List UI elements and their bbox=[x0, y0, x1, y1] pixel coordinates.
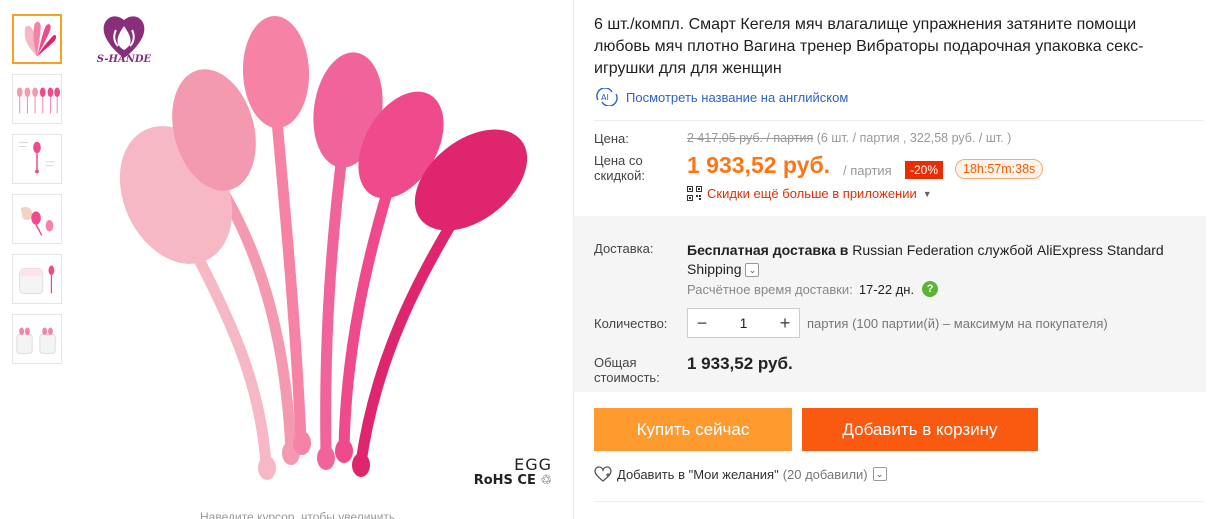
delivery-estimate-value: 17-22 дн. bbox=[858, 281, 915, 297]
heart-icon bbox=[594, 466, 612, 482]
quantity-stepper: − 1 + bbox=[687, 308, 800, 338]
add-to-cart-button[interactable]: Добавить в корзину bbox=[802, 408, 1038, 451]
thumbnail-2[interactable] bbox=[12, 74, 62, 124]
buy-now-button[interactable]: Купить сейчас bbox=[594, 408, 792, 451]
app-discount-text: Скидки ещё больше в приложении bbox=[707, 186, 917, 201]
countdown-timer: 18h:57m:38s bbox=[955, 159, 1044, 179]
wishlist-text: Добавить в "Мои желания" bbox=[617, 466, 779, 482]
delivery-estimate: Расчётное время доставки: 17-22 дн. ? bbox=[687, 281, 939, 297]
original-price-note: (6 шт. / партия , 322,58 руб. / шт. ) bbox=[816, 131, 1012, 145]
quantity-label: Количество: bbox=[594, 316, 668, 331]
shipping-options-toggle[interactable]: ⌄ bbox=[745, 263, 760, 278]
chevron-down-icon: ▼ bbox=[922, 188, 932, 199]
original-price: 2 417,05 руб. / партия (6 шт. / партия ,… bbox=[687, 131, 1011, 145]
free-shipping-text: Бесплатная доставка в bbox=[687, 242, 849, 258]
decrease-quantity-button[interactable]: − bbox=[688, 309, 716, 337]
delivery-estimate-label: Расчётное время доставки: bbox=[687, 281, 853, 297]
thumbnail-3[interactable] bbox=[12, 134, 62, 184]
total-price: 1 933,52 руб. bbox=[687, 354, 793, 373]
thumbnail-5[interactable] bbox=[12, 254, 62, 304]
thumbnail-1[interactable] bbox=[12, 14, 62, 64]
thumbnail-6[interactable] bbox=[12, 314, 62, 364]
discount-price-label: Цена со скидкой: bbox=[594, 153, 645, 183]
zoom-hint: Наведите курсор, чтобы увеличить bbox=[200, 510, 396, 519]
wishlist-count: (20 добавили) bbox=[782, 466, 868, 482]
kegel-balls-illustration bbox=[119, 16, 528, 480]
discount-price: 1 933,52 руб. bbox=[687, 152, 831, 178]
thumbnail-list bbox=[12, 14, 64, 374]
original-price-value: 2 417,05 руб. / партия bbox=[687, 131, 814, 145]
app-discount-link[interactable]: Скидки ещё больше в приложении ▼ bbox=[687, 186, 932, 201]
product-main-image[interactable]: S-HANDE EGG RoHS CE ♲ bbox=[76, 0, 572, 504]
translate-icon: AI bbox=[596, 88, 618, 106]
shipping-info: Бесплатная доставка в Russian Federation… bbox=[687, 241, 1187, 279]
certification-marks: RoHS CE ♲ bbox=[473, 473, 552, 488]
wishlist-options-toggle[interactable]: ⌄ bbox=[872, 467, 887, 481]
quantity-limit-note: партия (100 партии(й) – максимум на поку… bbox=[807, 316, 1108, 331]
total-label: Общая стоимость: bbox=[594, 355, 660, 385]
divider bbox=[594, 501, 1204, 502]
discount-badge: -20% bbox=[905, 161, 944, 179]
product-detail-panel: 6 шт./компл. Смарт Кегеля мяч влагалище … bbox=[573, 0, 1206, 519]
qr-code-icon bbox=[687, 186, 702, 201]
shipping-region: Russian Federation службой bbox=[852, 242, 1033, 258]
quantity-input[interactable]: 1 bbox=[716, 315, 771, 331]
help-icon[interactable]: ? bbox=[922, 281, 939, 297]
thumbnail-4[interactable] bbox=[12, 194, 62, 244]
brand-name: S-HANDE bbox=[96, 54, 152, 65]
translate-link-text: Посмотреть название на английском bbox=[626, 89, 849, 105]
increase-quantity-button[interactable]: + bbox=[771, 309, 799, 337]
translate-title-link[interactable]: AI Посмотреть название на английском bbox=[594, 88, 848, 106]
wishlist-link[interactable]: Добавить в "Мои желания" (20 добавили) ⌄ bbox=[594, 466, 887, 482]
per-lot-label: / партия bbox=[843, 163, 892, 178]
product-marking: EGG bbox=[514, 455, 552, 474]
divider bbox=[594, 120, 1204, 121]
product-title: 6 шт./компл. Смарт Кегеля мяч влагалище … bbox=[594, 16, 1144, 77]
price-label: Цена: bbox=[594, 131, 629, 146]
svg-text:AI: AI bbox=[601, 93, 609, 102]
shipping-label: Доставка: bbox=[594, 241, 654, 256]
